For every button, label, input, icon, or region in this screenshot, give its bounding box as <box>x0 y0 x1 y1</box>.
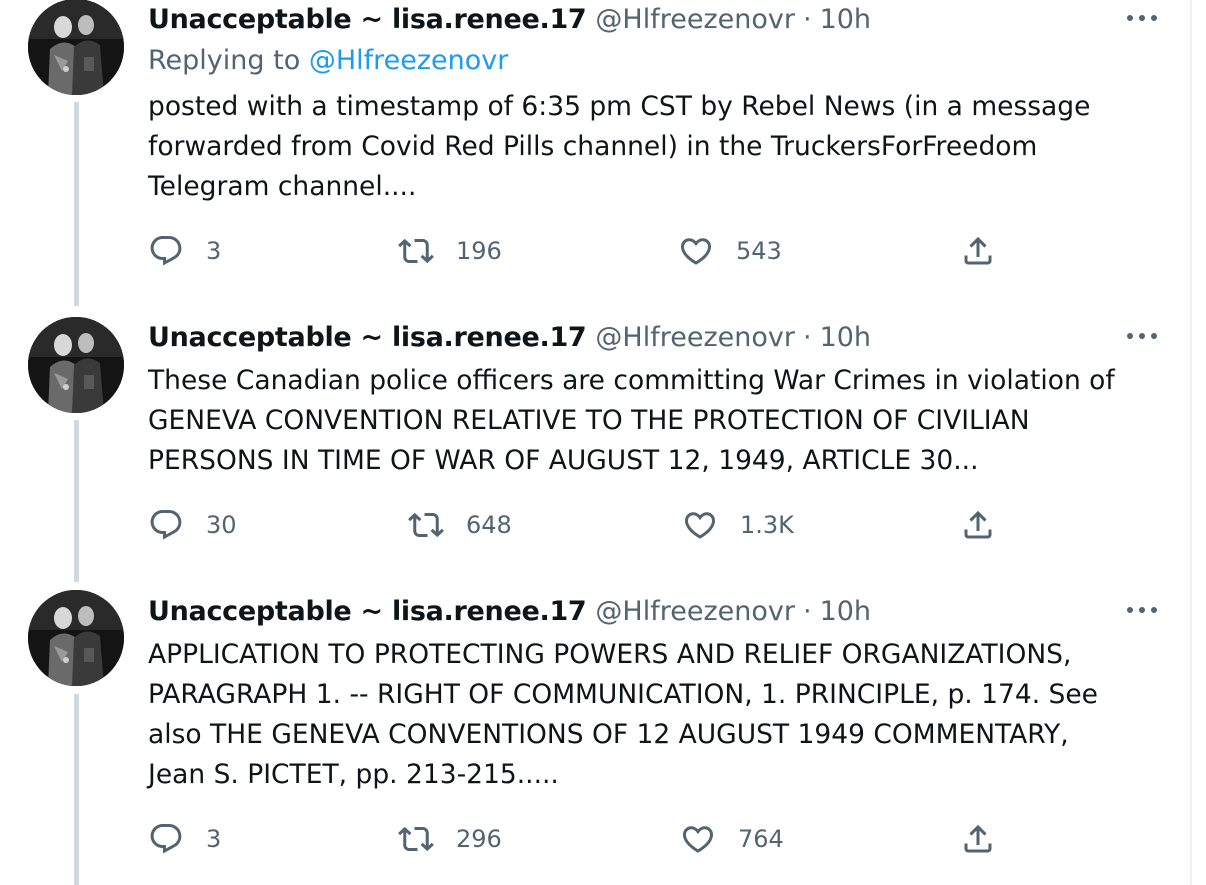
reply-icon <box>148 821 184 857</box>
tweet-text: APPLICATION TO PROTECTING POWERS AND REL… <box>148 639 1098 790</box>
share-icon <box>960 233 996 269</box>
tweet[interactable]: Unacceptable ~ lisa.renee.17 @Hlfreezeno… <box>0 580 1190 885</box>
timestamp[interactable]: 10h <box>820 596 871 627</box>
retweet-count: 196 <box>456 237 502 265</box>
replying-to: Replying to @Hlfreezenovr <box>148 45 508 76</box>
tweet-header: Unacceptable ~ lisa.renee.17 @Hlfreezeno… <box>148 593 871 629</box>
avatar-image <box>28 317 124 413</box>
retweet-button[interactable]: 296 <box>398 819 502 859</box>
like-count: 764 <box>738 825 784 853</box>
reply-button[interactable]: 3 <box>148 231 221 271</box>
separator-dot: · <box>802 595 812 627</box>
display-name[interactable]: Unacceptable ~ lisa.renee.17 <box>148 596 587 627</box>
user-handle[interactable]: @Hlfreezenovr <box>595 4 795 35</box>
like-count: 1.3K <box>740 511 794 539</box>
separator-dot: · <box>802 3 812 35</box>
avatar[interactable] <box>28 590 124 686</box>
retweet-count: 296 <box>456 825 502 853</box>
tweet-text: posted with a timestamp of 6:35 pm CST b… <box>148 91 1091 202</box>
timeline-right-border <box>1190 0 1192 885</box>
share-button[interactable] <box>960 505 996 545</box>
tweet-actions: 3 196 543 <box>148 231 1008 271</box>
like-button[interactable]: 1.3K <box>682 505 794 545</box>
replying-to-label: Replying to <box>148 45 301 76</box>
share-icon <box>960 507 996 543</box>
retweet-button[interactable]: 648 <box>408 505 512 545</box>
reply-count: 3 <box>206 237 222 265</box>
heart-icon <box>678 233 714 269</box>
tweet-header: Unacceptable ~ lisa.renee.17 @Hlfreezeno… <box>148 319 871 355</box>
display-name[interactable]: Unacceptable ~ lisa.renee.17 <box>148 4 587 35</box>
like-count: 543 <box>736 237 782 265</box>
timestamp[interactable]: 10h <box>820 4 871 35</box>
reply-button[interactable]: 3 <box>148 819 221 859</box>
more-icon[interactable] <box>1124 600 1160 620</box>
retweet-icon <box>408 507 444 543</box>
heart-icon <box>682 507 718 543</box>
reply-icon <box>148 233 184 269</box>
reply-count: 3 <box>206 825 222 853</box>
tweet[interactable]: Unacceptable ~ lisa.renee.17 @Hlfreezeno… <box>0 305 1190 580</box>
share-button[interactable] <box>960 231 996 271</box>
tweet-text: These Canadian police officers are commi… <box>148 365 1115 476</box>
more-icon[interactable] <box>1124 326 1160 346</box>
reply-button[interactable]: 30 <box>148 505 237 545</box>
separator-dot: · <box>802 321 812 353</box>
tweet[interactable]: Unacceptable ~ lisa.renee.17 @Hlfreezeno… <box>0 0 1190 300</box>
avatar[interactable] <box>28 0 124 95</box>
tweet-header: Unacceptable ~ lisa.renee.17 @Hlfreezeno… <box>148 1 871 37</box>
like-button[interactable]: 543 <box>678 231 782 271</box>
share-button[interactable] <box>960 819 996 859</box>
tweet-actions: 30 648 1.3K <box>148 505 1008 545</box>
user-handle[interactable]: @Hlfreezenovr <box>595 322 795 353</box>
more-icon[interactable] <box>1124 8 1160 28</box>
reply-icon <box>148 507 184 543</box>
retweet-count: 648 <box>466 511 512 539</box>
share-icon <box>960 821 996 857</box>
heart-icon <box>680 821 716 857</box>
timestamp[interactable]: 10h <box>820 322 871 353</box>
avatar[interactable] <box>28 317 124 413</box>
retweet-icon <box>398 821 434 857</box>
retweet-button[interactable]: 196 <box>398 231 502 271</box>
tweet-actions: 3 296 764 <box>148 819 1008 859</box>
retweet-icon <box>398 233 434 269</box>
user-handle[interactable]: @Hlfreezenovr <box>595 596 795 627</box>
avatar-image <box>28 590 124 686</box>
avatar-image <box>28 0 124 95</box>
replying-to-handle[interactable]: @Hlfreezenovr <box>309 45 509 76</box>
display-name[interactable]: Unacceptable ~ lisa.renee.17 <box>148 322 587 353</box>
reply-count: 30 <box>206 511 237 539</box>
like-button[interactable]: 764 <box>680 819 784 859</box>
